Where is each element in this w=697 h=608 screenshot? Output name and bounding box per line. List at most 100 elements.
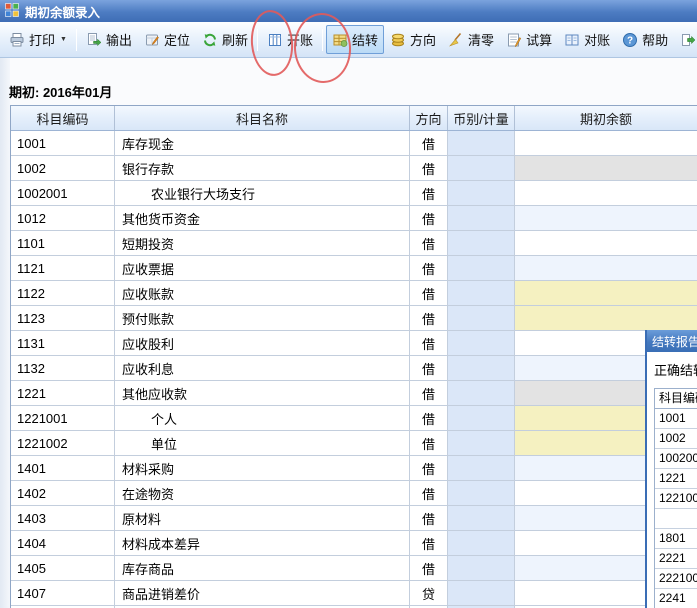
- table-row[interactable]: 1122 应收账款 借: [11, 281, 697, 306]
- print-dropdown-arrow[interactable]: ▼: [60, 36, 67, 43]
- cell-opening-balance[interactable]: [515, 206, 697, 230]
- open-account-label: 开账: [287, 33, 314, 48]
- cell-opening-balance[interactable]: [515, 131, 697, 155]
- cell-subject-name: 应收股利: [115, 331, 410, 355]
- cell-direction: 借: [410, 456, 448, 480]
- table-row[interactable]: 1121 应收票据 借: [11, 256, 697, 281]
- table-row[interactable]: 1101 短期投资 借: [11, 231, 697, 256]
- svg-text:?: ?: [627, 35, 633, 46]
- cell-direction: 借: [410, 256, 448, 280]
- table-row[interactable]: 1002 银行存款 借: [11, 156, 697, 181]
- cell-opening-balance[interactable]: [515, 231, 697, 255]
- print-button[interactable]: 打印 ▼: [3, 25, 73, 54]
- open-account-icon: [267, 32, 283, 48]
- header-opening-balance[interactable]: 期初余额: [515, 106, 697, 130]
- cell-subject-code: 1002: [11, 156, 115, 180]
- cell-subject-code: 1121: [11, 256, 115, 280]
- direction-button[interactable]: 方向: [384, 25, 442, 54]
- cell-direction: 借: [410, 206, 448, 230]
- popup-titlebar[interactable]: 结转报告: [647, 330, 697, 352]
- window-titlebar[interactable]: 期初余额录入: [0, 0, 697, 22]
- cell-currency: [448, 206, 515, 230]
- table-row[interactable]: 1405 库存商品 借: [11, 556, 697, 581]
- table-row[interactable]: 1404 材料成本差异 借: [11, 531, 697, 556]
- cell-direction: 借: [410, 431, 448, 455]
- cell-direction: 借: [410, 306, 448, 330]
- cell-subject-code: 1402: [11, 481, 115, 505]
- app-icon: [5, 2, 19, 20]
- cell-currency: [448, 481, 515, 505]
- cell-subject-name: 库存现金: [115, 131, 410, 155]
- cell-opening-balance[interactable]: [515, 181, 697, 205]
- report-row: 1001: [655, 409, 697, 429]
- popup-subtitle: 正确结转: [654, 363, 697, 378]
- header-direction[interactable]: 方向: [410, 106, 448, 130]
- report-row: 1002001: [655, 449, 697, 469]
- cell-direction: 借: [410, 531, 448, 555]
- reconcile-icon: [564, 32, 580, 48]
- cell-subject-code: 1221001: [11, 406, 115, 430]
- cell-currency: [448, 231, 515, 255]
- cell-subject-code: 1221: [11, 381, 115, 405]
- exit-button[interactable]: 退出: [674, 25, 697, 54]
- cell-subject-name: 商品进销差价: [115, 581, 410, 605]
- locate-button[interactable]: 定位: [138, 25, 196, 54]
- cell-subject-code: 1012: [11, 206, 115, 230]
- clear-label: 清零: [468, 33, 495, 48]
- table-row[interactable]: 1403 原材料 借: [11, 506, 697, 531]
- clear-button[interactable]: 清零: [442, 25, 500, 54]
- open-account-button[interactable]: 开账: [261, 25, 319, 54]
- direction-label: 方向: [410, 33, 437, 48]
- cell-opening-balance[interactable]: [515, 256, 697, 280]
- help-button[interactable]: ? 帮助: [616, 25, 674, 54]
- help-label: 帮助: [642, 33, 669, 48]
- reconcile-button[interactable]: 对账: [558, 25, 616, 54]
- cell-currency: [448, 306, 515, 330]
- cell-currency: [448, 331, 515, 355]
- cell-subject-name: 材料采购: [115, 456, 410, 480]
- cell-subject-name: 原材料: [115, 506, 410, 530]
- report-row: 1221002: [655, 489, 697, 509]
- cell-subject-name: 应收利息: [115, 356, 410, 380]
- table-row[interactable]: 1402 在途物资 借: [11, 481, 697, 506]
- table-row[interactable]: 1001 库存现金 借: [11, 131, 697, 156]
- locate-icon: [144, 32, 160, 48]
- table-row[interactable]: 1132 应收利息 借: [11, 356, 697, 381]
- export-button[interactable]: 输出: [80, 25, 138, 54]
- cell-subject-name: 单位: [115, 431, 410, 455]
- table-row[interactable]: 1131 应收股利 借: [11, 331, 697, 356]
- table-row[interactable]: 1012 其他货币资金 借: [11, 206, 697, 231]
- table-row[interactable]: 1221002 单位 借: [11, 431, 697, 456]
- table-row[interactable]: 1401 材料采购 借: [11, 456, 697, 481]
- export-label: 输出: [105, 33, 132, 48]
- trial-balance-button[interactable]: 试算: [500, 25, 558, 54]
- cell-subject-code: 1122: [11, 281, 115, 305]
- header-subject-code[interactable]: 科目编码: [11, 106, 115, 130]
- cell-direction: 借: [410, 231, 448, 255]
- printer-icon: [9, 32, 25, 48]
- table-body: 1001 库存现金 借 1002 银行存款 借 1002001 农业银行大场支行…: [11, 131, 697, 608]
- cell-direction: 借: [410, 356, 448, 380]
- cell-opening-balance[interactable]: [515, 156, 697, 180]
- cell-subject-code: 1403: [11, 506, 115, 530]
- cell-opening-balance[interactable]: [515, 306, 697, 330]
- cell-subject-name: 短期投资: [115, 231, 410, 255]
- cell-opening-balance[interactable]: [515, 281, 697, 305]
- cell-currency: [448, 356, 515, 380]
- table-row[interactable]: 1221001 个人 借: [11, 406, 697, 431]
- table-header-row: 科目编码 科目名称 方向 币别/计量 期初余额: [11, 106, 697, 131]
- header-subject-name[interactable]: 科目名称: [115, 106, 410, 130]
- cell-currency: [448, 581, 515, 605]
- table-row[interactable]: 1123 预付账款 借: [11, 306, 697, 331]
- carry-forward-button[interactable]: 结转: [326, 25, 385, 54]
- table-row[interactable]: 1407 商品进销差价 贷: [11, 581, 697, 606]
- cell-subject-name: 库存商品: [115, 556, 410, 580]
- reconcile-label: 对账: [584, 33, 611, 48]
- header-currency[interactable]: 币别/计量: [448, 106, 515, 130]
- refresh-button[interactable]: 刷新: [196, 25, 254, 54]
- cell-currency: [448, 406, 515, 430]
- table-row[interactable]: 1221 其他应收款 借: [11, 381, 697, 406]
- cell-subject-code: 1407: [11, 581, 115, 605]
- cell-currency: [448, 456, 515, 480]
- table-row[interactable]: 1002001 农业银行大场支行 借: [11, 181, 697, 206]
